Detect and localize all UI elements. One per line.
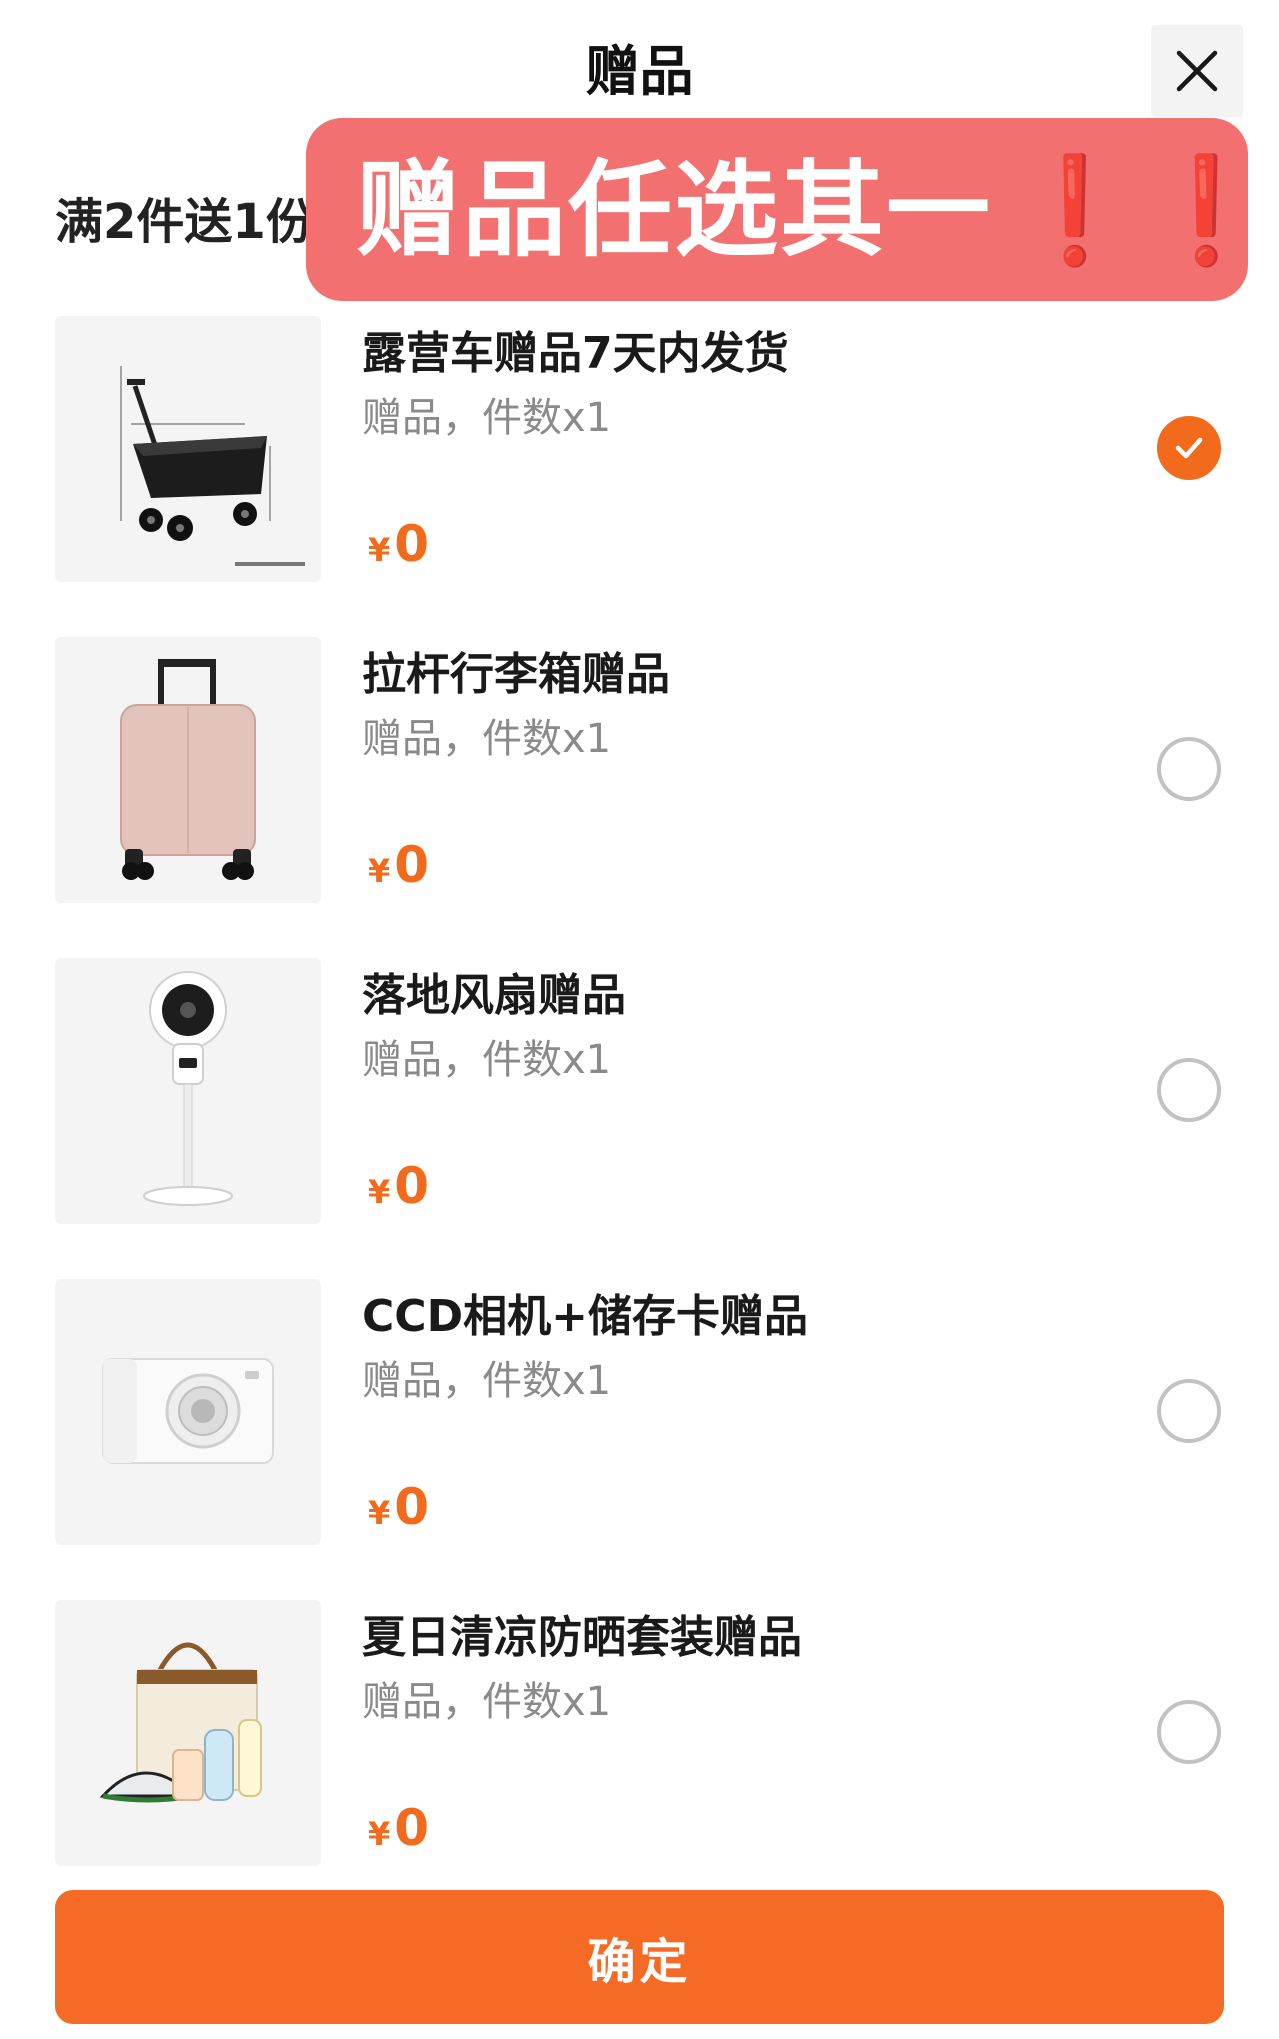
currency-symbol: ¥ xyxy=(368,1815,391,1853)
gift-meta: 赠品，件数x1 xyxy=(362,1679,612,1725)
exclamation-icon: ❗❗ xyxy=(1010,148,1273,271)
gift-price: ¥0 xyxy=(368,1158,429,1226)
gift-item[interactable]: 夏日清凉防晒套装赠品 赠品，件数x1 ¥0 xyxy=(0,1600,1279,1870)
price-value: 0 xyxy=(394,1478,430,1536)
select-radio[interactable] xyxy=(1157,1379,1221,1443)
currency-symbol: ¥ xyxy=(368,531,391,569)
gift-meta: 赠品，件数x1 xyxy=(362,716,612,762)
close-button[interactable] xyxy=(1151,25,1243,117)
gift-meta: 赠品，件数x1 xyxy=(362,1358,612,1404)
check-icon xyxy=(1175,437,1203,459)
price-value: 0 xyxy=(394,836,430,894)
gift-meta: 赠品，件数x1 xyxy=(362,1037,612,1083)
gift-item[interactable]: 拉杆行李箱赠品 赠品，件数x1 ¥0 xyxy=(0,637,1279,907)
gift-name: 落地风扇赠品 xyxy=(362,970,626,1021)
banner-text: 赠品任选其一 xyxy=(356,148,993,271)
gift-item[interactable]: 落地风扇赠品 赠品，件数x1 ¥0 xyxy=(0,958,1279,1228)
gift-price: ¥0 xyxy=(368,837,429,905)
select-radio[interactable] xyxy=(1157,1700,1221,1764)
page-title: 赠品 xyxy=(585,40,694,103)
luggage-image xyxy=(55,637,321,903)
select-radio[interactable] xyxy=(1157,737,1221,801)
gift-meta: 赠品，件数x1 xyxy=(362,395,612,441)
gift-name: 拉杆行李箱赠品 xyxy=(362,649,670,700)
currency-symbol: ¥ xyxy=(368,1173,391,1211)
overlay-banner: 赠品任选其一 ❗❗ xyxy=(306,118,1271,301)
gift-name: CCD相机+储存卡赠品 xyxy=(362,1291,808,1342)
price-value: 0 xyxy=(394,1799,430,1857)
gift-name: 露营车赠品7天内发货 xyxy=(362,328,789,379)
camping-cart-image xyxy=(55,316,321,582)
gift-price: ¥0 xyxy=(368,1479,429,1547)
confirm-button[interactable]: 确定 xyxy=(55,1890,1224,2024)
select-radio[interactable] xyxy=(1157,1058,1221,1122)
gift-item[interactable]: CCD相机+储存卡赠品 赠品，件数x1 ¥0 xyxy=(0,1279,1279,1549)
price-value: 0 xyxy=(394,1157,430,1215)
sun-protection-kit-image xyxy=(55,1600,321,1866)
select-radio[interactable] xyxy=(1157,416,1221,480)
currency-symbol: ¥ xyxy=(368,852,391,890)
currency-symbol: ¥ xyxy=(368,1494,391,1532)
gift-price: ¥0 xyxy=(368,1800,429,1868)
price-value: 0 xyxy=(394,515,430,573)
floor-fan-image xyxy=(55,958,321,1224)
close-icon xyxy=(1176,50,1218,92)
gift-name: 夏日清凉防晒套装赠品 xyxy=(362,1612,802,1663)
camera-image xyxy=(55,1279,321,1545)
gift-item[interactable]: 露营车赠品7天内发货 赠品，件数x1 ¥0 xyxy=(0,316,1279,586)
gift-price: ¥0 xyxy=(368,516,429,584)
